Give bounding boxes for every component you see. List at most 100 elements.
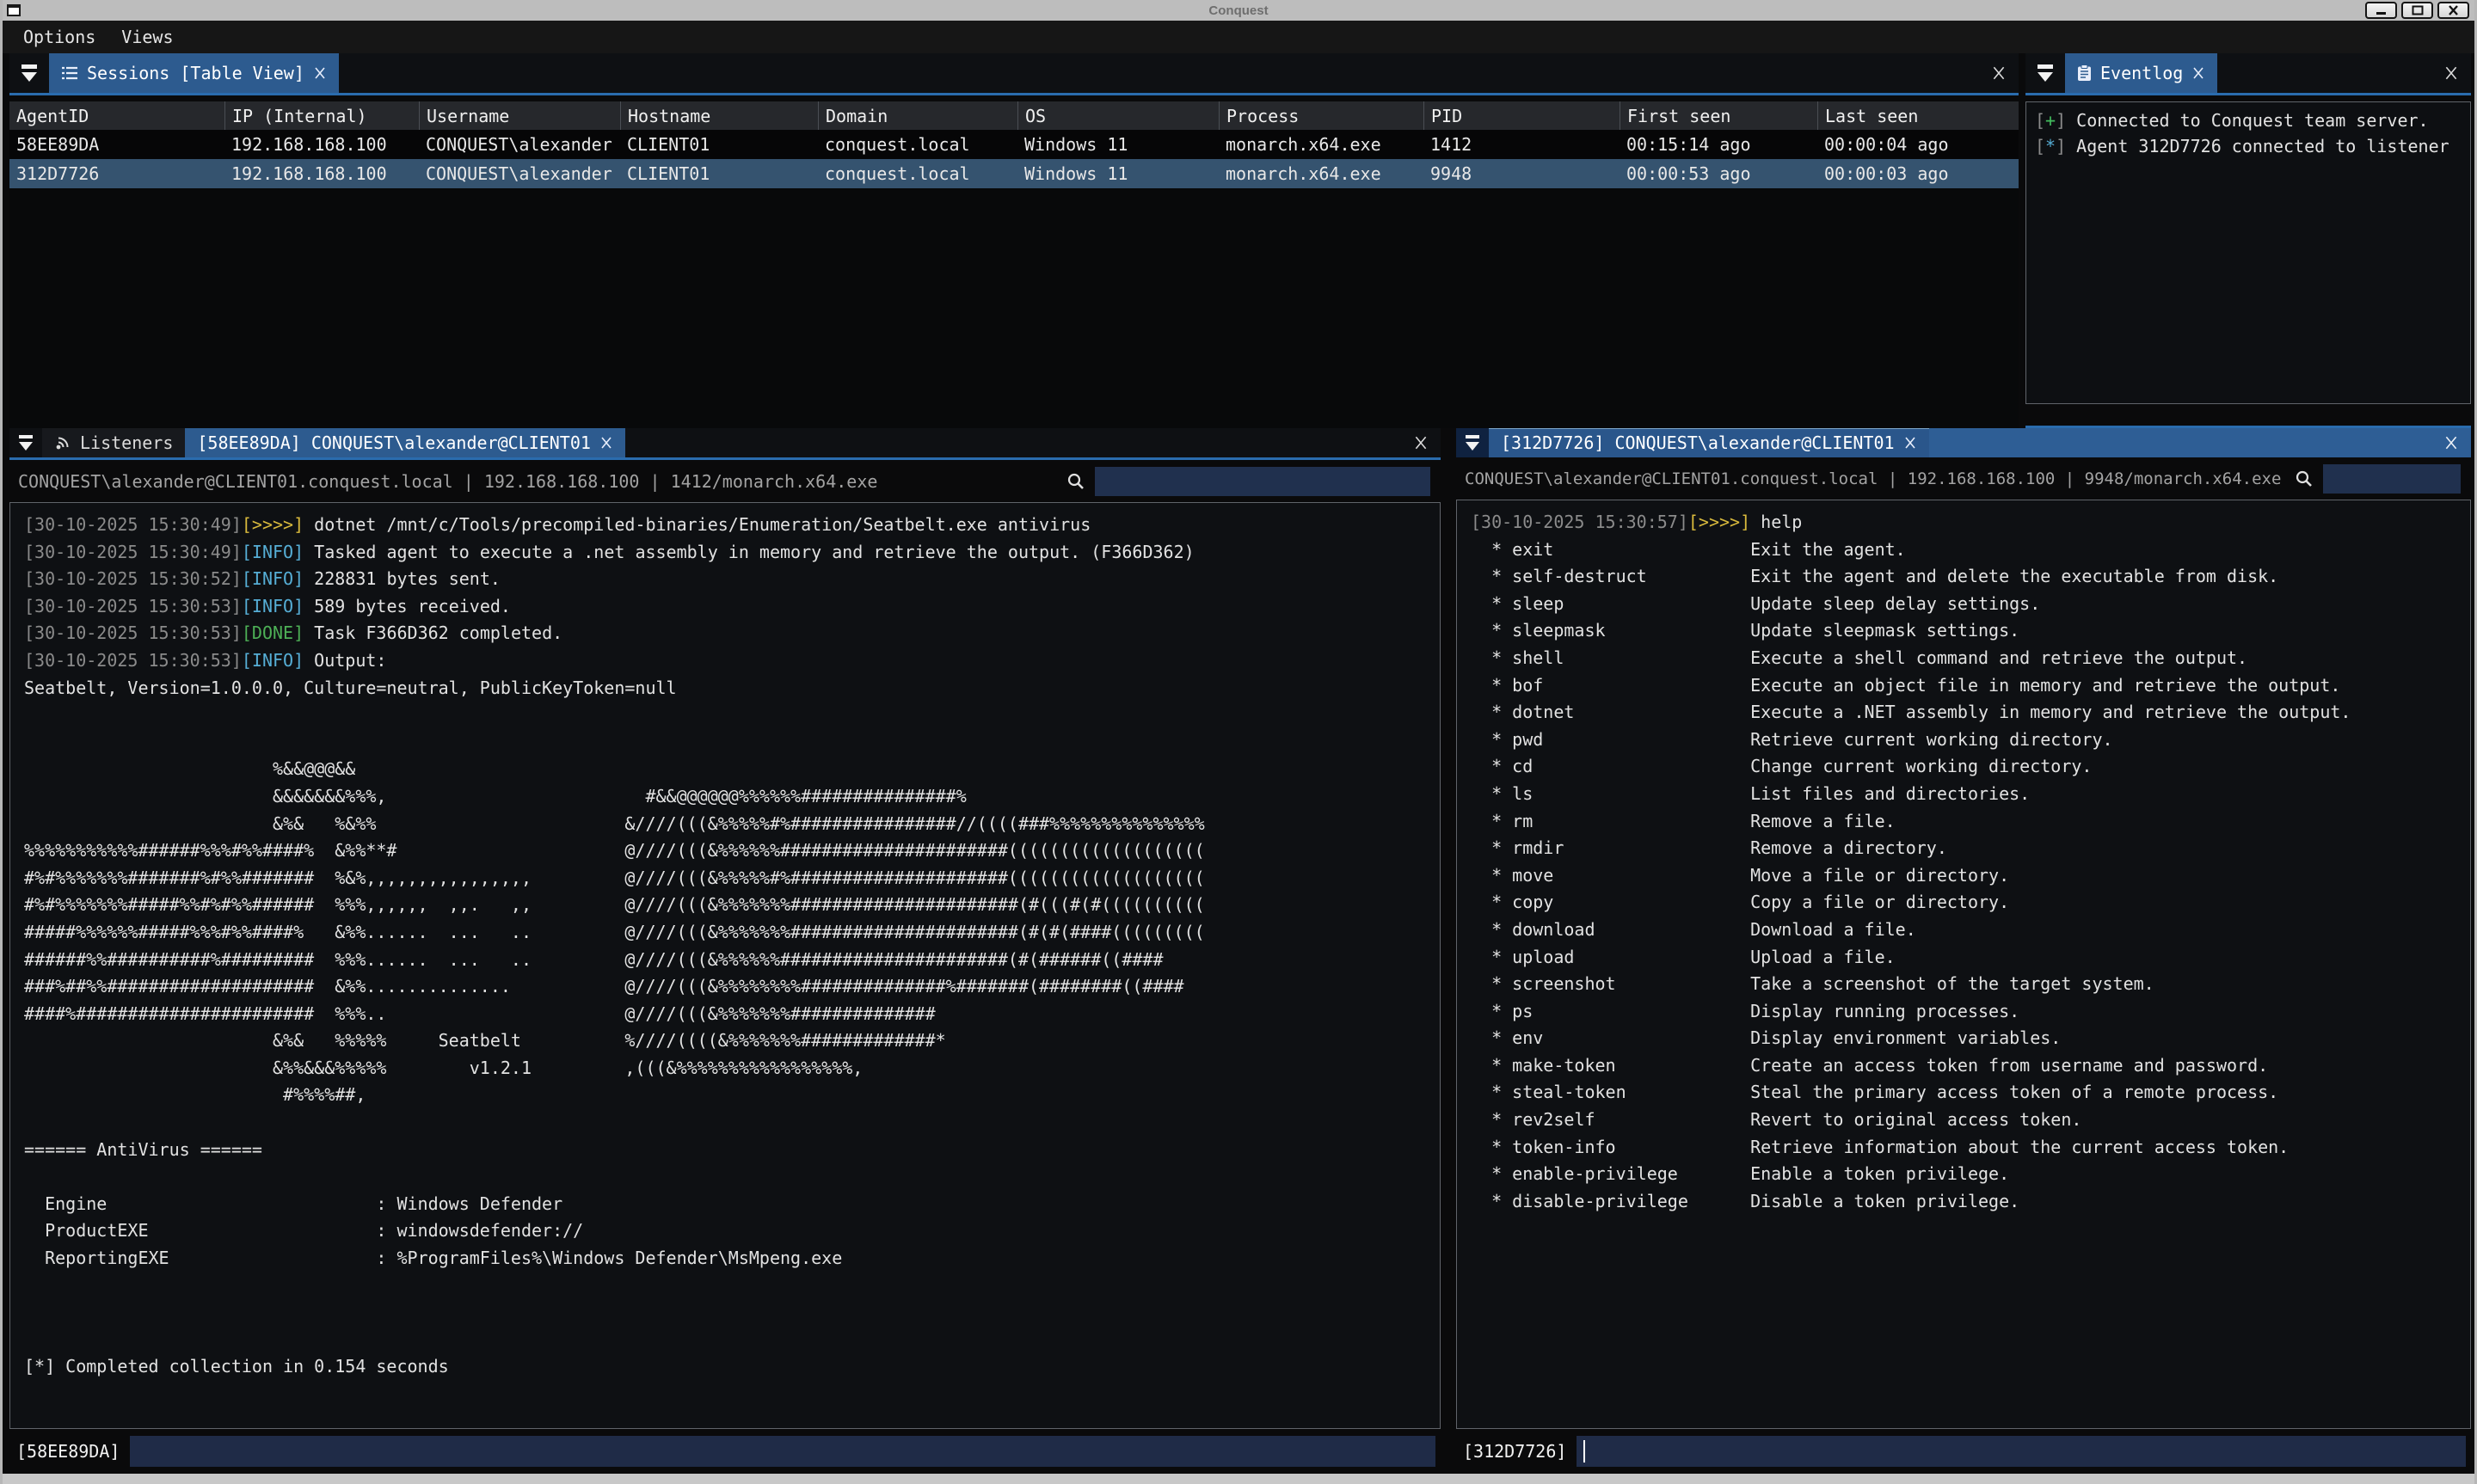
close-icon	[599, 436, 613, 450]
minimize-icon	[2376, 12, 2386, 15]
menu-options[interactable]: Options	[23, 27, 95, 47]
column-header[interactable]: IP (Internal)	[224, 101, 419, 130]
log-segment: [INFO]	[242, 568, 304, 589]
log-segment: &&&&&&&%%%, #&&@@@@@@%%%%%%#############…	[24, 786, 967, 806]
log-segment: [30-10-2025 15:30:53]	[24, 596, 242, 616]
sessions-table[interactable]: AgentIDIP (Internal)UsernameHostnameDoma…	[9, 101, 2019, 428]
log-segment: %&&@@@&&	[24, 758, 355, 779]
right-console-output[interactable]: [30-10-2025 15:30:57][>>>>] help * exitE…	[1456, 500, 2471, 1429]
column-header[interactable]: Username	[419, 101, 620, 130]
column-header[interactable]: Last seen	[1817, 101, 2019, 130]
right-console-panel-menu-button[interactable]	[1456, 428, 1489, 457]
sessions-panel-close-button[interactable]	[1979, 53, 2019, 93]
table-row[interactable]: 312D7726192.168.168.100CONQUEST\alexande…	[9, 159, 2019, 188]
sessions-panel-menu-button[interactable]	[9, 53, 49, 93]
eventlog-output[interactable]: [+] Connected to Conquest team server.[*…	[2025, 101, 2471, 404]
log-segment: help	[1750, 512, 1802, 532]
panel-menu-icon	[2038, 64, 2053, 69]
eventlog-header: Eventlog	[2025, 53, 2471, 93]
right-console-prompt-label: [312D7726]	[1463, 1441, 1566, 1462]
terminal-line: Seatbelt, Version=1.0.0.0, Culture=neutr…	[24, 675, 1440, 702]
table-cell: CONQUEST\alexander	[419, 130, 620, 159]
table-cell: 192.168.168.100	[224, 130, 419, 159]
column-header[interactable]: Domain	[818, 101, 1017, 130]
terminal-line	[24, 702, 1440, 729]
tab-listeners[interactable]: Listeners	[42, 428, 185, 457]
chevron-down-icon	[22, 72, 37, 82]
column-header[interactable]: PID	[1423, 101, 1620, 130]
help-command-row: * steal-tokenSteal the primary access to…	[1471, 1079, 2470, 1107]
tab-sessions[interactable]: Sessions [Table View]	[49, 53, 339, 93]
log-segment: 589 bytes received.	[304, 596, 511, 616]
help-command-description: Copy a file or directory.	[1750, 889, 2009, 917]
help-command-description: Remove a directory.	[1750, 835, 1947, 862]
tab-agent-312D7726[interactable]: [312D7726] CONQUEST\alexander@CLIENT01	[1489, 428, 1929, 457]
column-header[interactable]: Hostname	[620, 101, 818, 130]
left-console-command-input[interactable]	[130, 1436, 1435, 1467]
left-console-output[interactable]: [30-10-2025 15:30:49][>>>>] dotnet /mnt/…	[9, 502, 1441, 1429]
help-command-description: Retrieve current working directory.	[1750, 727, 2112, 754]
eventlog-panel-close-button[interactable]	[2431, 53, 2471, 93]
help-command-row: * screenshotTake a screenshot of the tar…	[1471, 971, 2470, 998]
tab-agent-58EE89DA[interactable]: [58EE89DA] CONQUEST\alexander@CLIENT01	[185, 428, 625, 457]
terminal-line: Engine : Windows Defender	[24, 1191, 1440, 1218]
chevron-down-icon	[2038, 72, 2053, 82]
tab-sessions-label: Sessions [Table View]	[87, 63, 304, 83]
tab-agent-58EE89DA-close-button[interactable]	[599, 436, 613, 450]
right-console-command-input[interactable]	[1577, 1436, 2466, 1467]
tab-eventlog[interactable]: Eventlog	[2065, 53, 2217, 93]
panel-menu-icon	[22, 64, 37, 69]
terminal-line: ProductEXE : windowsdefender://	[24, 1217, 1440, 1245]
right-console-prompt: [312D7726]	[1456, 1429, 2471, 1474]
clipboard-icon	[2077, 64, 2092, 82]
eventlog-line: [+] Connected to Conquest team server.	[2035, 107, 2462, 133]
help-command-row: * downloadDownload a file.	[1471, 917, 2470, 944]
log-segment: ####%####################### %%%.. @////…	[24, 1003, 936, 1024]
eventlog-panel-menu-button[interactable]	[2025, 53, 2065, 93]
help-command-description: Execute a .NET assembly in memory and re…	[1750, 699, 2351, 727]
eventlog-focus-line	[2025, 93, 2471, 95]
maximize-button[interactable]	[2401, 2, 2433, 19]
log-segment: 228831 bytes sent.	[304, 568, 501, 589]
table-cell: 9948	[1423, 159, 1620, 188]
help-command-description: Download a file.	[1750, 917, 1916, 944]
table-cell: Windows 11	[1017, 159, 1219, 188]
tab-agent-312D7726-close-button[interactable]	[1903, 436, 1917, 450]
help-command-row: * cdChange current working directory.	[1471, 753, 2470, 781]
terminal-line: ====== AntiVirus ======	[24, 1137, 1440, 1164]
help-command-row: * rmRemove a file.	[1471, 808, 2470, 836]
log-segment: #%%%%##,	[24, 1084, 366, 1105]
left-console-panel-menu-button[interactable]	[9, 428, 42, 457]
help-command-description: Create an access token from username and…	[1750, 1052, 2268, 1080]
right-console-status-text: CONQUEST\alexander@CLIENT01.conquest.loc…	[1465, 469, 2281, 488]
log-segment: #####%%%%%%#####%%%#%%####% &%%...... ..…	[24, 922, 1205, 942]
tab-eventlog-close-button[interactable]	[2191, 66, 2205, 80]
left-console-search-input[interactable]	[1095, 467, 1430, 496]
panel-menu-icon	[19, 435, 33, 438]
log-segment: dotnet /mnt/c/Tools/precompiled-binaries…	[304, 514, 1091, 535]
panel-menu-icon	[1466, 435, 1479, 438]
help-command-name: * shell	[1471, 645, 1750, 672]
help-command-description: Exit the agent.	[1750, 537, 1906, 564]
panel-sessions: Sessions [Table View] AgentIDIP (Interna…	[9, 53, 2019, 428]
title-bar: Conquest	[3, 0, 2474, 21]
help-command-name: * rm	[1471, 808, 1750, 836]
log-segment: ###%##%%#################### &%%........…	[24, 976, 1184, 996]
tab-eventlog-label: Eventlog	[2100, 63, 2183, 83]
column-header[interactable]: OS	[1017, 101, 1219, 130]
column-header[interactable]: First seen	[1620, 101, 1817, 130]
column-header[interactable]: AgentID	[9, 101, 224, 130]
minimize-button[interactable]	[2365, 2, 2397, 19]
help-command-row: * shellExecute a shell command and retri…	[1471, 645, 2470, 672]
right-console-close-button[interactable]	[2431, 428, 2471, 457]
table-row[interactable]: 58EE89DA192.168.168.100CONQUEST\alexande…	[9, 130, 2019, 159]
help-command-description: List files and directories.	[1750, 781, 2030, 808]
console-divider[interactable]	[1441, 428, 1456, 1474]
log-segment: ######%%##########%######### %%%...... .…	[24, 949, 1164, 970]
left-console-close-button[interactable]	[1401, 428, 1441, 457]
close-window-button[interactable]	[2437, 2, 2469, 19]
tab-sessions-close-button[interactable]	[313, 66, 327, 80]
right-console-search-input[interactable]	[2323, 464, 2461, 494]
menu-views[interactable]: Views	[121, 27, 173, 47]
column-header[interactable]: Process	[1219, 101, 1423, 130]
